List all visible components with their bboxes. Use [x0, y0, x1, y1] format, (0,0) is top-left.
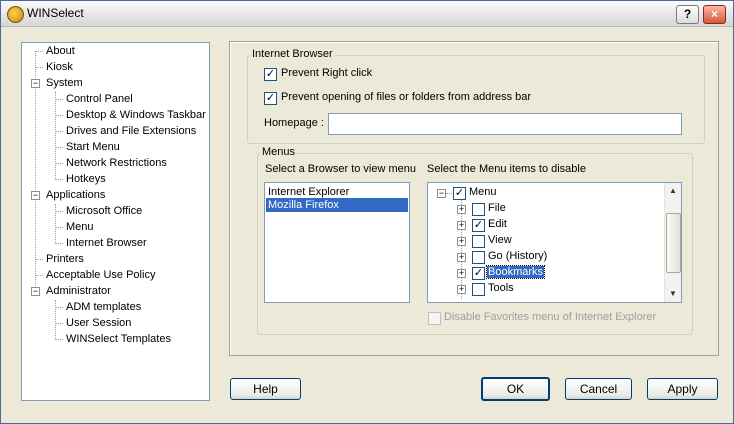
tree-item-start-menu[interactable]: Start Menu: [66, 140, 120, 155]
collapse-icon[interactable]: −: [31, 191, 40, 200]
title-bar: WINSelect ? ×: [1, 1, 733, 27]
menu-item-bookmarks-checkbox[interactable]: ✓: [472, 267, 485, 280]
menu-item-go-checkbox[interactable]: [472, 251, 485, 264]
tree-item-network[interactable]: Network Restrictions: [66, 156, 167, 171]
prevent-right-click-label: Prevent Right click: [281, 67, 373, 79]
menu-root-label: Menu: [469, 186, 497, 198]
tree-item-printers[interactable]: Printers: [46, 252, 84, 267]
tree-item-winselect-templates[interactable]: WINSelect Templates: [66, 332, 171, 347]
tree-item-control-panel[interactable]: Control Panel: [66, 92, 133, 107]
tree-item-hotkeys[interactable]: Hotkeys: [66, 172, 106, 187]
menu-items-label: Select the Menu items to disable: [427, 163, 586, 175]
scroll-up-icon[interactable]: ▲: [665, 183, 681, 199]
menu-item-edit-checkbox[interactable]: ✓: [472, 219, 485, 232]
expand-icon[interactable]: +: [457, 221, 466, 230]
expand-icon[interactable]: +: [457, 237, 466, 246]
prevent-opening-label: Prevent opening of files or folders from…: [281, 91, 532, 103]
menu-item-view-label: View: [488, 234, 512, 246]
collapse-icon[interactable]: −: [437, 189, 446, 198]
tree-item-kiosk[interactable]: Kiosk: [46, 60, 73, 75]
menu-item-file-label: File: [488, 202, 506, 214]
browser-list-label: Select a Browser to view menu: [265, 163, 417, 175]
scroll-down-icon[interactable]: ▼: [665, 286, 681, 302]
expand-icon[interactable]: +: [457, 269, 466, 278]
browser-option-ie[interactable]: Internet Explorer: [266, 185, 408, 199]
collapse-icon[interactable]: −: [31, 79, 40, 88]
app-icon: [7, 6, 24, 23]
apply-button[interactable]: Apply: [647, 378, 718, 400]
menus-group-title: Menus: [260, 146, 298, 158]
homepage-label: Homepage :: [264, 117, 324, 129]
scroll-thumb[interactable]: [666, 213, 681, 273]
menu-items-tree: − ✓ Menu + File + ✓ Edit + View + Go (Hi…: [427, 182, 682, 303]
internet-browser-group-title: Internet Browser: [250, 48, 335, 60]
menu-item-view-checkbox[interactable]: [472, 235, 485, 248]
disable-favorites-checkbox[interactable]: [428, 312, 441, 325]
close-button[interactable]: ×: [703, 5, 726, 24]
tree-item-administrator[interactable]: Administrator: [46, 284, 111, 299]
tree-item-applications[interactable]: Applications: [46, 188, 105, 203]
help-button[interactable]: Help: [230, 378, 301, 400]
browser-listbox[interactable]: Internet Explorer Mozilla Firefox: [264, 182, 410, 303]
tree-item-acceptable-use[interactable]: Acceptable Use Policy: [46, 268, 155, 283]
tree-item-user-session[interactable]: User Session: [66, 316, 131, 331]
menu-item-tools-label: Tools: [488, 282, 514, 294]
menu-item-bookmarks-label[interactable]: Bookmarks: [485, 265, 546, 279]
prevent-right-click-checkbox[interactable]: ✓: [264, 68, 277, 81]
menu-item-tools-checkbox[interactable]: [472, 283, 485, 296]
tree-item-menu[interactable]: Menu: [66, 220, 94, 235]
prevent-opening-checkbox[interactable]: ✓: [264, 92, 277, 105]
menu-root-checkbox[interactable]: ✓: [453, 187, 466, 200]
expand-icon[interactable]: +: [457, 253, 466, 262]
navigation-tree: − − − About Kiosk System Control Panel D…: [21, 42, 210, 401]
menu-items-scrollbar[interactable]: ▲ ▼: [664, 183, 681, 302]
disable-favorites-label: Disable Favorites menu of Internet Explo…: [444, 311, 657, 323]
help-title-button[interactable]: ?: [676, 5, 699, 24]
collapse-icon[interactable]: −: [31, 287, 40, 296]
browser-option-firefox[interactable]: Mozilla Firefox: [266, 198, 408, 212]
window-title: WINSelect: [27, 6, 84, 20]
winselect-window: WINSelect ? × − − − About Kiosk System C…: [0, 0, 734, 424]
menu-item-edit-label: Edit: [488, 218, 507, 230]
expand-icon[interactable]: +: [457, 285, 466, 294]
menu-item-file-checkbox[interactable]: [472, 203, 485, 216]
tree-item-internet-browser[interactable]: Internet Browser: [66, 236, 147, 251]
homepage-input[interactable]: [328, 113, 682, 135]
tree-item-desktop-taskbar[interactable]: Desktop & Windows Taskbar: [66, 108, 206, 123]
tree-item-microsoft-office[interactable]: Microsoft Office: [66, 204, 142, 219]
menu-item-go-label: Go (History): [488, 250, 548, 262]
tree-item-adm-templates[interactable]: ADM templates: [66, 300, 141, 315]
tree-item-system[interactable]: System: [46, 76, 83, 91]
tree-item-drives[interactable]: Drives and File Extensions: [66, 124, 196, 139]
tree-item-about[interactable]: About: [46, 44, 75, 59]
expand-icon[interactable]: +: [457, 205, 466, 214]
ok-button[interactable]: OK: [481, 377, 550, 401]
cancel-button[interactable]: Cancel: [565, 378, 632, 400]
